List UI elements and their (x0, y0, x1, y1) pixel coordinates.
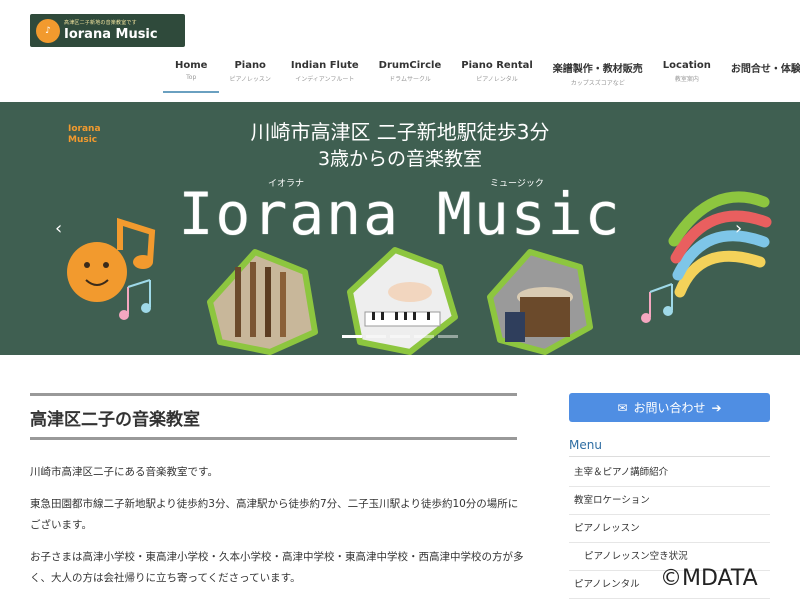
slider-dot-5[interactable] (438, 335, 458, 338)
contact-button[interactable]: ✉ お問い合わせ ➔ (569, 393, 770, 422)
watermark: ©MDATA (660, 566, 758, 591)
sidebar-item-location[interactable]: 教室ロケーション (569, 487, 770, 515)
music-notes-right (641, 283, 673, 323)
slider-prev-arrow[interactable]: ‹ (55, 218, 62, 239)
nav-label: DrumCircle (378, 60, 442, 71)
arrow-right-circle-icon: ➔ (711, 400, 722, 415)
contact-button-label: お問い合わせ (633, 401, 706, 415)
nav-sublabel: ピアノレッスン (229, 76, 271, 83)
nav-item-drumcircle[interactable]: DrumCircle ドラムサークル (369, 60, 452, 93)
logo-music-icon: ♪ (36, 18, 60, 43)
mail-icon: ✉ (617, 400, 628, 415)
sidebar-menu-title: Menu (569, 438, 602, 452)
nav-item-piano[interactable]: Piano ピアノレッスン (219, 60, 280, 93)
slider-dot-3[interactable] (390, 335, 410, 338)
photo-indian-flutes (207, 249, 318, 355)
sidebar-item-teacher-profile[interactable]: 主宰＆ピアノ講師紹介 (569, 459, 770, 487)
site-logo[interactable]: ♪ 高津区二子新地の音楽教室です Iorana Music (30, 14, 185, 47)
nav-label: 楽譜製作・教材販売 (552, 64, 643, 75)
nav-item-indian-flute[interactable]: Indian Flute インディアンフルート (281, 60, 369, 93)
hero-brand-title: Iorana Music (178, 180, 622, 248)
intro-paragraph-2: 東急田園都市線二子新地駅より徒歩約3分、高津駅から徒歩約7分、二子玉川駅より徒歩… (30, 498, 519, 531)
intro-paragraph-3: お子さまは高津小学校・東高津小学校・久本小学校・高津中学校・東高津中学校・西高津… (30, 551, 524, 584)
nav-label: Piano (234, 60, 266, 71)
hero-age-text: 3歳からの音楽教室 (317, 148, 483, 170)
nav-item-sheet-music[interactable]: 楽譜製作・教材販売 カップスズコアなど (543, 60, 653, 93)
mascot-badge-text: Iorana Music (68, 124, 101, 145)
slider-dot-4[interactable] (414, 335, 434, 338)
logo-name: Iorana Music (64, 26, 158, 42)
nav-label: お問合せ・体験お申込 (730, 64, 800, 75)
slider-next-arrow[interactable]: › (735, 218, 742, 239)
nav-item-piano-rental[interactable]: Piano Rental ピアノレンタル (451, 60, 543, 93)
nav-label: Indian Flute (290, 60, 359, 71)
slider-dot-2[interactable] (366, 335, 386, 338)
nav-sublabel: ピアノレンタル (476, 76, 518, 83)
nav-sublabel: Top (186, 74, 197, 81)
main-nav: Home Top Piano ピアノレッスン Indian Flute インディ… (163, 60, 800, 93)
music-notes-left (119, 279, 151, 320)
intro-paragraph-1: 川崎市高津区二子にある音楽教室です。 (30, 466, 218, 478)
photo-djembe-drum (487, 249, 593, 355)
slider-pagination (342, 335, 458, 338)
nav-label: Piano Rental (461, 60, 533, 71)
page-title: 高津区二子の音楽教室 (30, 410, 200, 430)
nav-sublabel: カップスズコアなど (570, 80, 625, 87)
nav-item-location[interactable]: Location 教室案内 (653, 60, 721, 93)
slider-dot-1[interactable] (342, 335, 362, 338)
heading-rule-top (30, 393, 517, 396)
nav-sublabel: ドラムサークル (389, 76, 431, 83)
logo-tagline: 高津区二子新地の音楽教室です (64, 19, 137, 26)
nav-sublabel: 教室案内 (674, 76, 699, 83)
sidebar-item-piano-lesson[interactable]: ピアノレッスン (569, 515, 770, 543)
nav-item-home[interactable]: Home Top (163, 60, 220, 93)
nav-label: Home (175, 60, 208, 71)
nav-label: Location (662, 60, 711, 71)
sidebar-menu-divider (569, 456, 770, 457)
hero-slider: 川崎市高津区 二子新地駅徒歩3分 3歳からの音楽教室 イオラナ ミュージック I… (0, 102, 800, 355)
nav-sublabel: インディアンフルート (295, 76, 355, 83)
nav-item-contact[interactable]: お問合せ・体験お申込 (721, 60, 800, 93)
heading-rule-bottom (30, 437, 517, 440)
